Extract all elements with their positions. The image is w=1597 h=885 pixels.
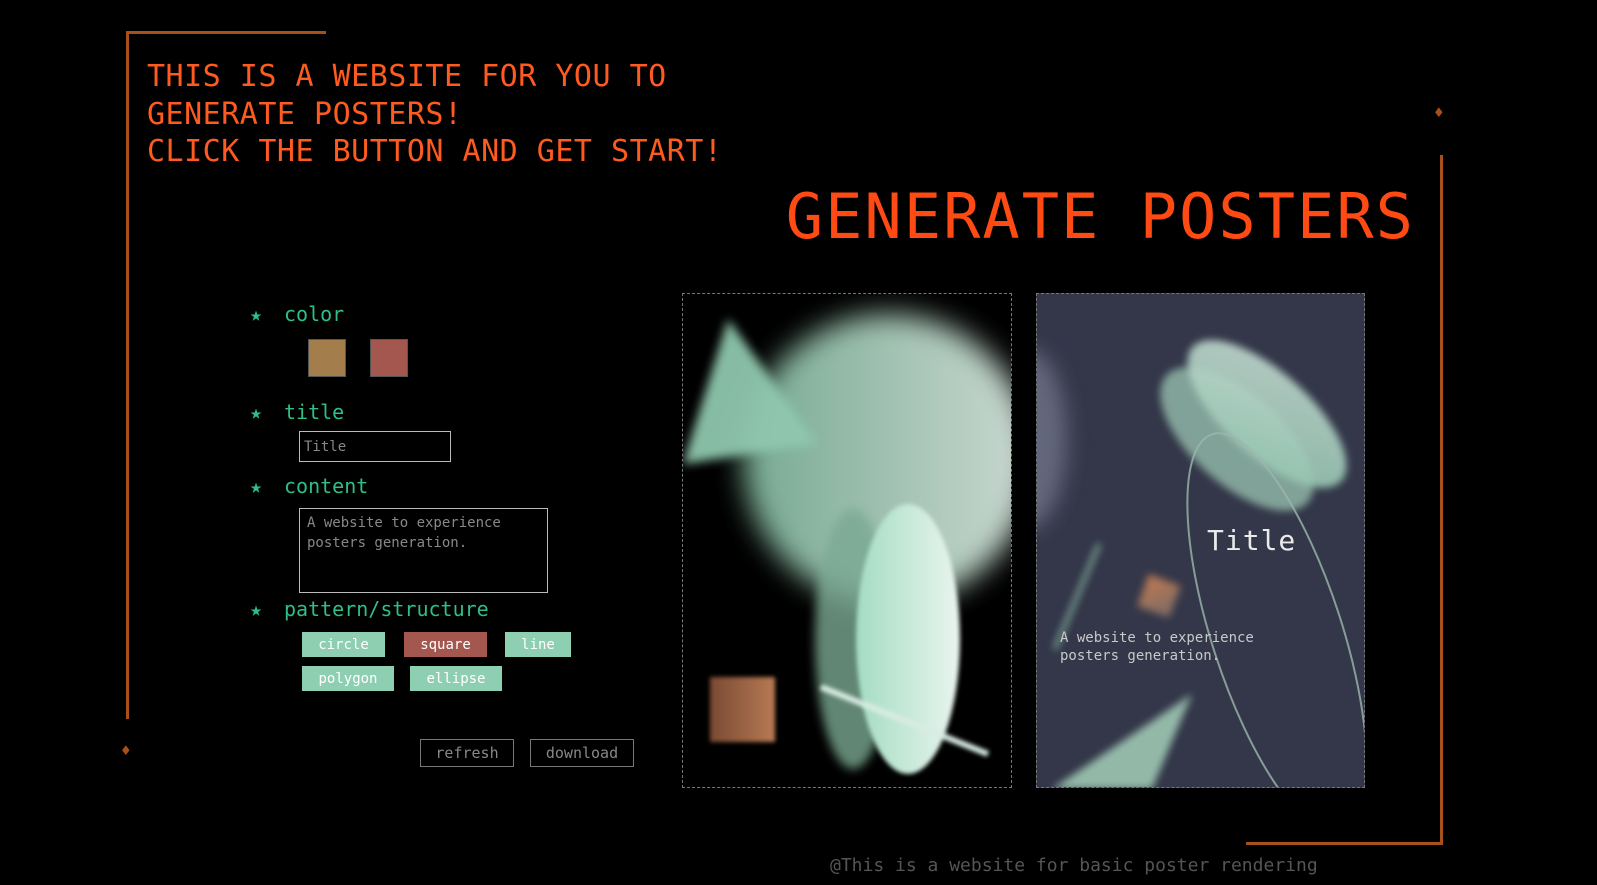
download-button[interactable]: download: [530, 739, 634, 767]
intro-line: CLICK THE BUTTON AND GET START!: [147, 134, 723, 169]
page-title: GENERATE POSTERS: [785, 180, 1415, 253]
color-label: color: [284, 302, 345, 326]
poster-1-art: [683, 314, 1011, 774]
content-section-label: ★ content: [250, 474, 368, 498]
intro-line: THIS IS A WEBSITE FOR YOU TO: [147, 59, 667, 94]
title-section-label: ★ title: [250, 400, 344, 424]
square-shape: [1137, 574, 1181, 618]
title-label: title: [284, 400, 345, 424]
star-icon: ★: [250, 302, 263, 326]
frame-line-left: [126, 31, 129, 719]
star-icon: ★: [250, 474, 263, 498]
frame-line-right: [1440, 155, 1443, 845]
content-label: content: [284, 474, 369, 498]
intro-text: THIS IS A WEBSITE FOR YOU TO GENERATE PO…: [147, 58, 722, 171]
intro-line: GENERATE POSTERS!: [147, 96, 463, 132]
pattern-line-button[interactable]: line: [505, 632, 571, 657]
star-icon: ★: [250, 597, 263, 621]
refresh-button[interactable]: refresh: [420, 739, 514, 767]
color-swatch-1[interactable]: [308, 339, 346, 377]
pattern-polygon-button[interactable]: polygon: [302, 666, 394, 691]
title-input[interactable]: [299, 431, 451, 462]
content-textarea[interactable]: [299, 508, 548, 593]
frame-line-top-left: [126, 31, 326, 34]
pattern-circle-button[interactable]: circle: [302, 632, 385, 657]
poster-preview-2: Title A website to experience posters ge…: [1036, 293, 1365, 788]
footer-text: @This is a website for basic poster rend…: [830, 855, 1318, 876]
color-swatch-2[interactable]: [370, 339, 408, 377]
polygon-shape: [1054, 694, 1192, 787]
poster-preview-1: [682, 293, 1012, 788]
color-section-label: ★ color: [250, 302, 344, 326]
star-icon: ★: [250, 400, 263, 424]
page: ♦ ♦ THIS IS A WEBSITE FOR YOU TO GENERAT…: [0, 0, 1597, 885]
pattern-label: pattern/structure: [284, 597, 489, 621]
diamond-icon: ♦: [1434, 103, 1444, 122]
pattern-ellipse-button[interactable]: ellipse: [410, 666, 502, 691]
frame-line-bottom-right: [1246, 842, 1443, 845]
square-shape: [710, 677, 775, 742]
pattern-section-label: ★ pattern/structure: [250, 597, 489, 621]
poster-2-art: [1037, 340, 1364, 787]
diamond-icon: ♦: [121, 741, 131, 760]
pattern-square-button[interactable]: square: [404, 632, 487, 657]
circle-shape: [1037, 351, 1067, 527]
poster-content-text: A website to experience posters generati…: [1060, 630, 1254, 664]
poster-title: Title: [1207, 524, 1297, 557]
